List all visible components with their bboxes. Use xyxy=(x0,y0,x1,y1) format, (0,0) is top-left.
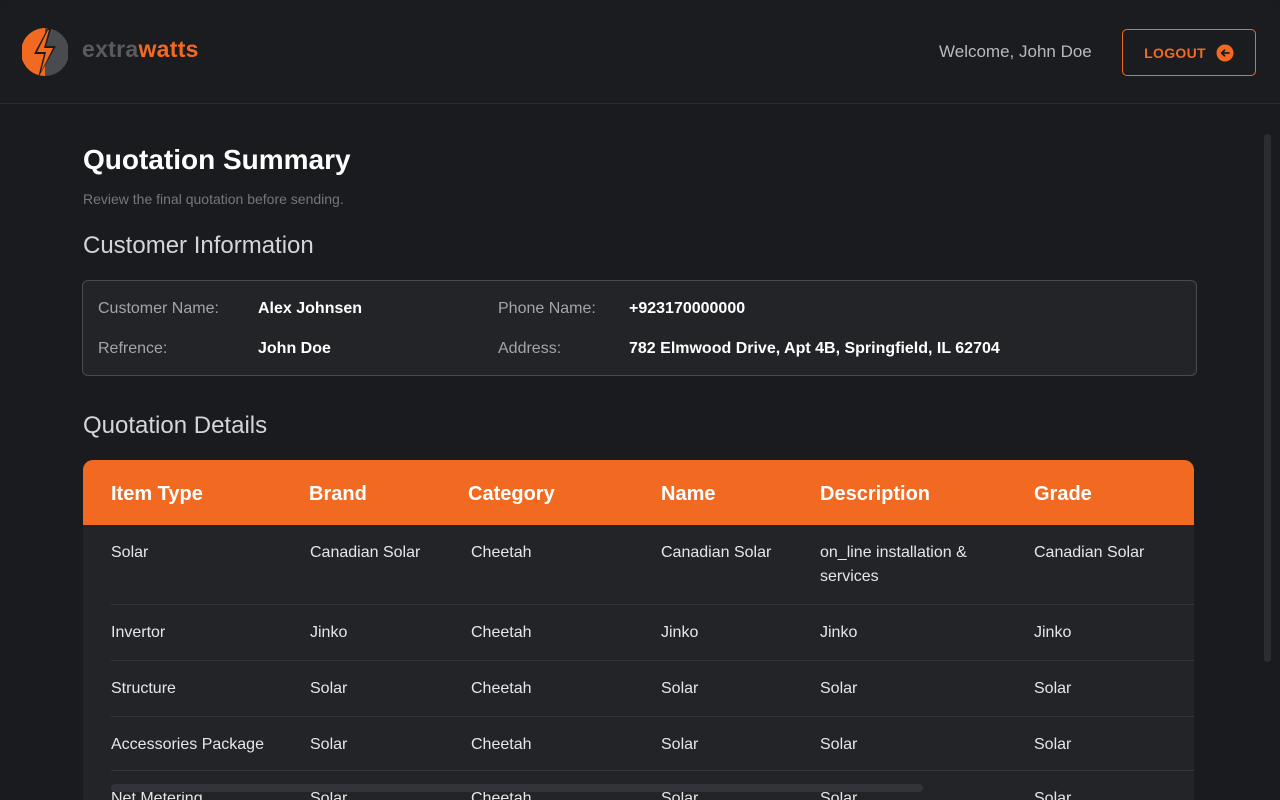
cell-item-type: Structure xyxy=(111,680,176,697)
cell-description: Jinko xyxy=(820,624,858,641)
cell-grade: Jinko xyxy=(1034,624,1072,641)
phone-value: +923170000000 xyxy=(629,300,746,317)
cell-category: Cheetah xyxy=(471,544,532,561)
table-row[interactable]: Structure Solar Cheetah Solar Solar Sola… xyxy=(83,661,1194,717)
brand-name: extrawatts xyxy=(82,36,199,63)
cell-name: Solar xyxy=(661,680,699,697)
table-row[interactable]: Invertor Jinko Cheetah Jinko Jinko Jinko xyxy=(83,605,1194,661)
cell-brand: Solar xyxy=(310,680,348,697)
reference-value: John Doe xyxy=(258,340,331,357)
vertical-scrollbar[interactable] xyxy=(1264,134,1271,662)
brand-name-part2: watts xyxy=(138,35,199,62)
address-value: 782 Elmwood Drive, Apt 4B, Springfield, … xyxy=(629,340,1000,357)
cell-item-type: Solar xyxy=(111,544,149,561)
cell-grade: Canadian Solar xyxy=(1034,544,1145,561)
brand-name-part1: extra xyxy=(82,35,139,62)
column-header-name[interactable]: Name xyxy=(661,483,715,506)
column-header-category[interactable]: Category xyxy=(468,483,555,506)
cell-description: Solar xyxy=(820,680,858,697)
welcome-text: Welcome, John Doe xyxy=(939,42,1092,61)
quotation-section-title: Quotation Details xyxy=(83,412,268,439)
cell-brand: Jinko xyxy=(310,624,348,641)
cell-brand: Solar xyxy=(310,736,348,753)
cell-name: Jinko xyxy=(661,624,699,641)
column-header-item-type[interactable]: Item Type xyxy=(111,483,203,506)
cell-category: Cheetah xyxy=(471,736,532,753)
logout-label: LOGOUT xyxy=(1144,44,1206,61)
horizontal-scrollbar[interactable] xyxy=(111,784,923,792)
cell-name: Canadian Solar xyxy=(661,544,772,561)
lightning-bolt-icon xyxy=(22,26,68,78)
cell-grade: Solar xyxy=(1034,790,1072,800)
page-title: Quotation Summary xyxy=(83,144,351,175)
reference-label: Refrence: xyxy=(98,340,168,357)
customer-section-title: Customer Information xyxy=(83,232,314,259)
top-header: extrawatts Welcome, John Doe LOGOUT xyxy=(0,0,1280,104)
cell-description: Solar xyxy=(820,736,858,753)
phone-label: Phone Name: xyxy=(498,300,596,317)
cell-item-type: Invertor xyxy=(111,624,166,641)
logout-arrow-icon xyxy=(1216,44,1234,61)
column-header-brand[interactable]: Brand xyxy=(309,483,367,506)
brand-logo[interactable]: extrawatts xyxy=(22,24,199,80)
cell-name: Solar xyxy=(661,736,699,753)
customer-name-label: Customer Name: xyxy=(98,300,219,317)
table-row[interactable]: Accessories Package Solar Cheetah Solar … xyxy=(83,717,1194,771)
quotation-table: Item Type Brand Category Name Descriptio… xyxy=(83,460,1194,800)
customer-name-value: Alex Johnsen xyxy=(258,300,363,317)
cell-category: Cheetah xyxy=(471,624,532,641)
address-label: Address: xyxy=(498,340,562,357)
cell-grade: Solar xyxy=(1034,680,1072,697)
table-row[interactable]: Solar Canadian Solar Cheetah Canadian So… xyxy=(83,525,1194,605)
table-header: Item Type Brand Category Name Descriptio… xyxy=(83,460,1194,525)
page-subtitle: Review the final quotation before sendin… xyxy=(83,191,344,207)
cell-category: Cheetah xyxy=(471,680,532,697)
customer-info-card: Customer Name: Alex Johnsen Phone Name: … xyxy=(82,280,1197,376)
cell-item-type: Accessories Package xyxy=(111,736,264,753)
logout-button[interactable]: LOGOUT xyxy=(1122,29,1256,76)
app-window: extrawatts Welcome, John Doe LOGOUT Quot… xyxy=(0,0,1280,800)
cell-description: on_line installation & services xyxy=(820,544,967,585)
column-header-description[interactable]: Description xyxy=(820,483,930,506)
cell-grade: Solar xyxy=(1034,736,1072,753)
cell-brand: Canadian Solar xyxy=(310,544,421,561)
column-header-grade[interactable]: Grade xyxy=(1034,483,1092,506)
